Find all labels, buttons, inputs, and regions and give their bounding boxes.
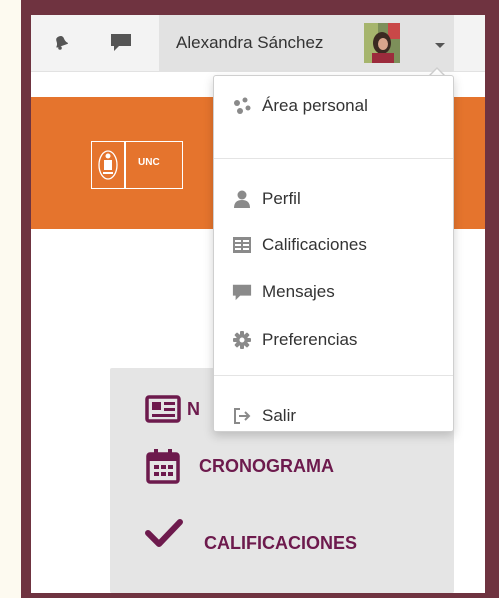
user-dropdown-menu: Área personal Perfil Calificaciones Mens… <box>213 75 454 432</box>
panel-item-grades-label[interactable]: CALIFICACIONES <box>204 533 357 554</box>
menu-item-messages[interactable]: Mensajes <box>214 275 453 309</box>
newspaper-icon <box>145 394 181 424</box>
panel-item-schedule-label[interactable]: CRONOGRAMA <box>199 456 334 477</box>
panel-item-news-label[interactable]: N <box>187 399 200 420</box>
logo-text: UNC <box>138 157 160 168</box>
user-menu-toggle[interactable]: Alexandra Sánchez <box>159 15 454 72</box>
menu-item-messages-label[interactable]: Mensajes <box>262 282 335 302</box>
unc-logo[interactable]: UNC <box>91 141 183 189</box>
unc-seal-icon <box>98 150 118 180</box>
menu-item-preferences-label[interactable]: Preferencias <box>262 330 357 350</box>
avatar[interactable] <box>364 23 400 63</box>
logo-divider <box>124 142 126 188</box>
chat-bubble-icon[interactable] <box>110 32 131 52</box>
menu-item-grades[interactable]: Calificaciones <box>214 228 453 262</box>
user-icon <box>232 189 252 209</box>
gear-icon <box>232 330 252 350</box>
menu-item-logout-label[interactable]: Salir <box>262 406 296 426</box>
bell-icon[interactable] <box>51 32 71 52</box>
menu-item-profile-label[interactable]: Perfil <box>262 189 301 209</box>
menu-item-dashboard[interactable]: Área personal <box>214 89 453 123</box>
menu-divider <box>214 375 453 376</box>
calendar-icon <box>145 448 181 484</box>
user-name[interactable]: Alexandra Sánchez <box>176 33 323 53</box>
menu-item-grades-label[interactable]: Calificaciones <box>262 235 367 255</box>
menu-item-logout[interactable]: Salir <box>214 399 453 433</box>
menu-item-preferences[interactable]: Preferencias <box>214 323 453 357</box>
menu-divider <box>214 158 453 159</box>
page-content: Alexandra Sánchez UNC N CRONOGRAMA CALIF… <box>31 15 485 593</box>
menu-item-dashboard-label[interactable]: Área personal <box>262 96 368 116</box>
top-navbar: Alexandra Sánchez <box>31 15 485 72</box>
sign-out-icon <box>232 406 252 426</box>
menu-item-profile[interactable]: Perfil <box>214 182 453 216</box>
table-icon <box>232 235 252 255</box>
panel-item-grades[interactable]: CALIFICACIONES <box>145 518 357 553</box>
comment-icon <box>232 282 252 302</box>
panel-item-news[interactable]: N <box>145 394 200 424</box>
dashboard-icon <box>232 96 252 116</box>
caret-down-icon[interactable] <box>435 43 445 48</box>
checkmark-icon <box>145 518 183 548</box>
panel-item-schedule[interactable]: CRONOGRAMA <box>145 448 334 484</box>
